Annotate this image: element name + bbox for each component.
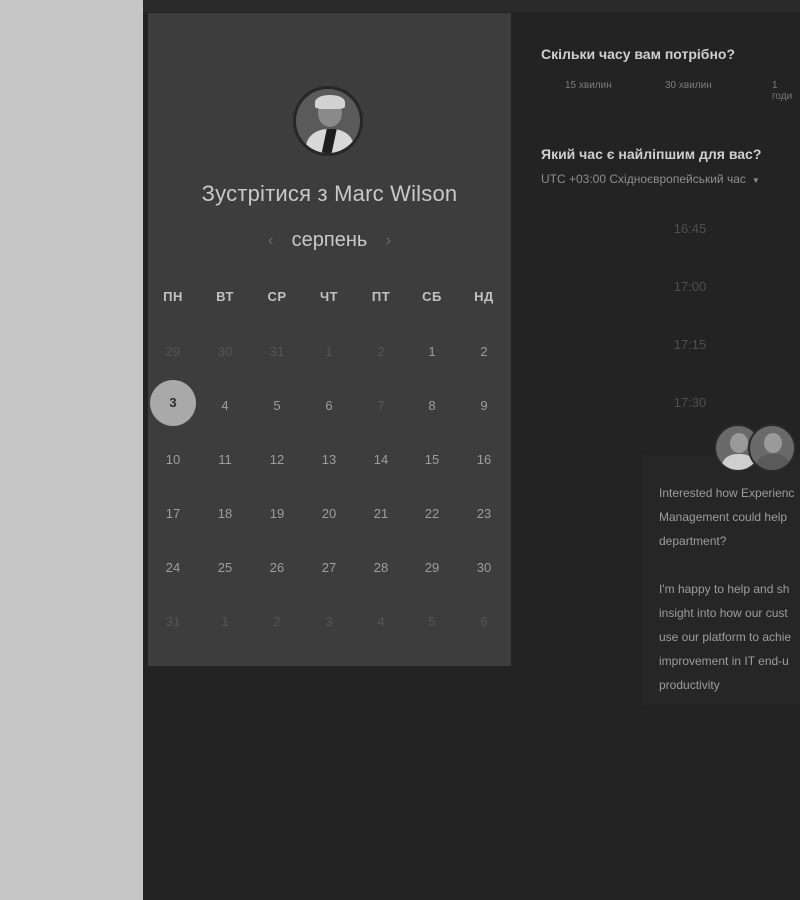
calendar-day[interactable]: 9 (464, 396, 504, 416)
calendar-day[interactable]: 13 (309, 450, 349, 470)
left-gutter (0, 0, 143, 900)
calendar-day[interactable]: 1 (412, 342, 452, 362)
chat-popup: Interested how Experienc Management coul… (643, 455, 800, 705)
calendar-grid: 29 30 31 1 2 1 2 3 4 5 6 7 8 9 10 11 12 … (148, 13, 511, 666)
time-slot[interactable]: 17:15 (541, 337, 800, 352)
calendar-day: 2 (273, 614, 281, 629)
calendar-panel: Зустрітися з Marc Wilson ‹ серпень › ПН … (148, 13, 511, 666)
time-slot[interactable]: 17:00 (541, 279, 800, 294)
agent-avatar-head (764, 433, 782, 453)
timezone-select[interactable]: UTC +03:00 Східноєвропейський час ▼ (541, 172, 760, 186)
calendar-day[interactable]: 17 (153, 504, 193, 524)
calendar-day[interactable]: 5 (257, 396, 297, 416)
calendar-day[interactable]: 11 (205, 450, 245, 470)
duration-option-15[interactable]: 15 хвилин (565, 80, 612, 91)
agent-avatar (748, 424, 796, 472)
calendar-day[interactable]: 4 (205, 396, 245, 416)
calendar-day: 2 (377, 344, 385, 359)
chat-message: Interested how Experienc Management coul… (659, 486, 795, 692)
calendar-day: 31 (165, 614, 181, 629)
calendar-day[interactable]: 19 (257, 504, 297, 524)
calendar-day[interactable]: 30 (464, 558, 504, 578)
calendar-day[interactable]: 15 (412, 450, 452, 470)
calendar-day: 7 (377, 398, 385, 413)
calendar-day[interactable]: 14 (361, 450, 401, 470)
timezone-label: UTC +03:00 Східноєвропейський час (541, 172, 746, 186)
calendar-day: 5 (428, 614, 436, 629)
time-question: Який час є найліпшим для вас? (541, 146, 762, 162)
calendar-day[interactable]: 23 (464, 504, 504, 524)
calendar-day[interactable]: 12 (257, 450, 297, 470)
calendar-day: 1 (325, 344, 333, 359)
calendar-day[interactable]: 29 (412, 558, 452, 578)
calendar-day: 29 (165, 344, 181, 359)
calendar-day[interactable]: 10 (153, 450, 193, 470)
duration-question: Скільки часу вам потрібно? (541, 46, 736, 62)
time-slot[interactable]: 17:30 (541, 395, 800, 410)
calendar-day-selected[interactable]: 3 (150, 380, 196, 426)
calendar-day[interactable]: 8 (412, 396, 452, 416)
duration-option-30[interactable]: 30 хвилин (665, 80, 712, 91)
calendar-day[interactable]: 18 (205, 504, 245, 524)
calendar-day[interactable]: 28 (361, 558, 401, 578)
calendar-day[interactable]: 26 (257, 558, 297, 578)
calendar-day[interactable]: 21 (361, 504, 401, 524)
calendar-day[interactable]: 20 (309, 504, 349, 524)
calendar-day: 31 (269, 344, 285, 359)
calendar-day[interactable]: 27 (309, 558, 349, 578)
calendar-day: 6 (480, 614, 488, 629)
calendar-day[interactable]: 2 (464, 342, 504, 362)
calendar-day: 3 (325, 614, 333, 629)
calendar-day[interactable]: 6 (309, 396, 349, 416)
calendar-day[interactable]: 24 (153, 558, 193, 578)
agent-avatar-body (756, 454, 790, 470)
chat-avatars[interactable] (714, 424, 800, 474)
calendar-day[interactable]: 16 (464, 450, 504, 470)
duration-option-60[interactable]: 1 годи (772, 80, 800, 102)
calendar-day: 4 (377, 614, 385, 629)
calendar-day: 30 (217, 344, 233, 359)
agent-avatar-head (730, 433, 748, 453)
calendar-day[interactable]: 25 (205, 558, 245, 578)
calendar-day[interactable]: 22 (412, 504, 452, 524)
chevron-down-icon: ▼ (751, 176, 760, 185)
time-slot[interactable]: 16:45 (541, 221, 800, 236)
calendar-day: 1 (221, 614, 229, 629)
